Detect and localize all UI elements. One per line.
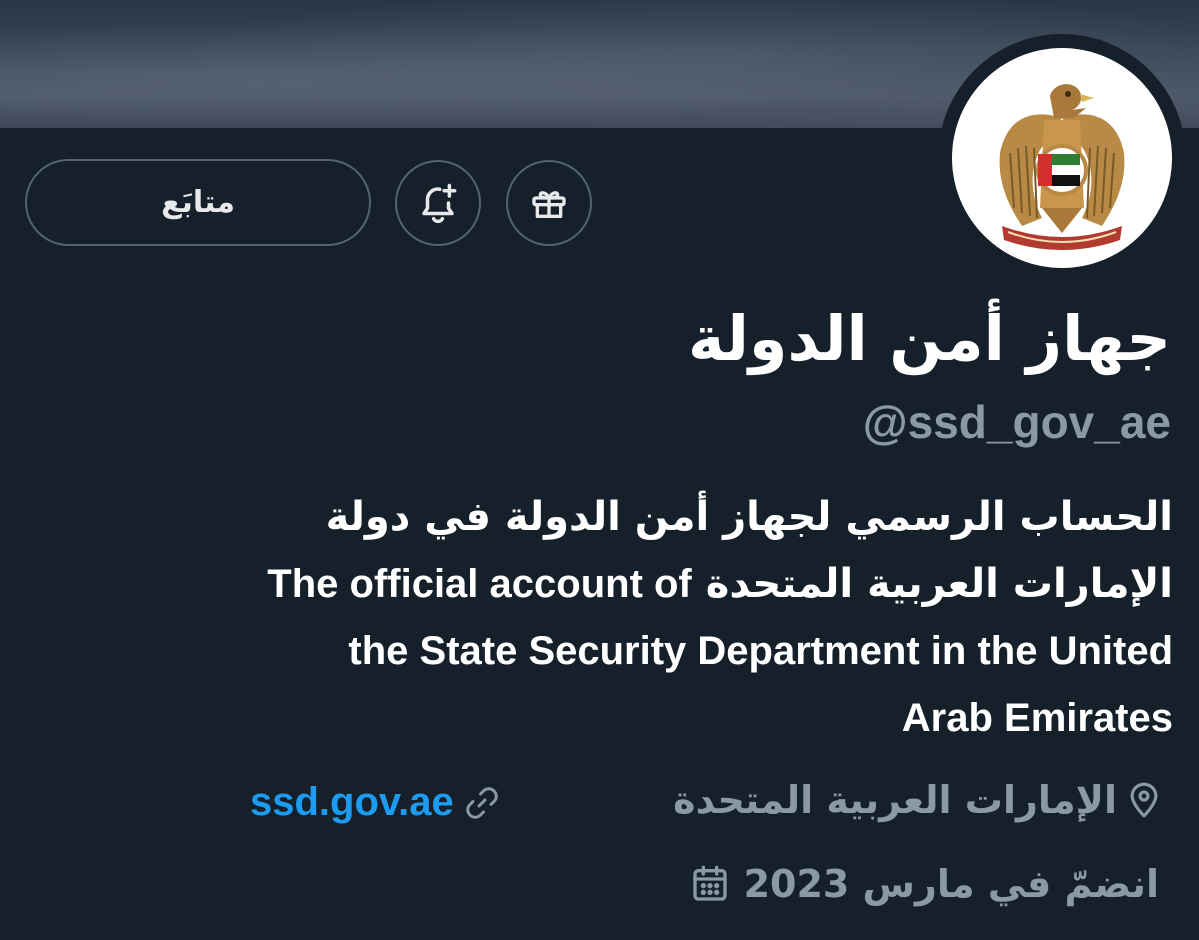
profile-join-date: انضمّ في مارس 2023 <box>690 862 1159 906</box>
bio-line-english: The official account of <box>267 562 692 606</box>
bio-line: the State Security Department in the Uni… <box>348 629 1173 673</box>
join-date-text: انضمّ في مارس 2023 <box>743 862 1159 906</box>
bio-line: الإمارات العربية المتحدة The official ac… <box>13 551 1173 618</box>
bio-line: Arab Emirates <box>901 696 1173 740</box>
gift-icon <box>529 183 569 223</box>
bell-plus-icon <box>417 182 459 224</box>
user-handle: @ssd_gov_ae <box>862 396 1171 448</box>
profile-location: الإمارات العربية المتحدة <box>673 778 1163 822</box>
profile-bio: الحساب الرسمي لجهاز أمن الدولة في دولة ا… <box>13 484 1173 752</box>
bio-line-arabic: الإمارات العربية المتحدة <box>705 561 1173 607</box>
calendar-icon <box>690 864 730 904</box>
location-text: الإمارات العربية المتحدة <box>673 778 1117 822</box>
profile-website[interactable]: ssd.gov.ae <box>250 780 500 825</box>
gift-button[interactable] <box>506 160 592 246</box>
uae-emblem-icon <box>999 84 1125 250</box>
location-pin-icon <box>1125 781 1163 819</box>
link-icon <box>464 785 500 821</box>
website-link[interactable]: ssd.gov.ae <box>250 780 454 825</box>
display-name: جهاز أمن الدولة <box>688 302 1171 375</box>
avatar[interactable] <box>952 48 1172 268</box>
notifications-button[interactable] <box>395 160 481 246</box>
following-button[interactable]: متابَع <box>25 159 371 246</box>
bio-line: الحساب الرسمي لجهاز أمن الدولة في دولة <box>325 494 1173 540</box>
